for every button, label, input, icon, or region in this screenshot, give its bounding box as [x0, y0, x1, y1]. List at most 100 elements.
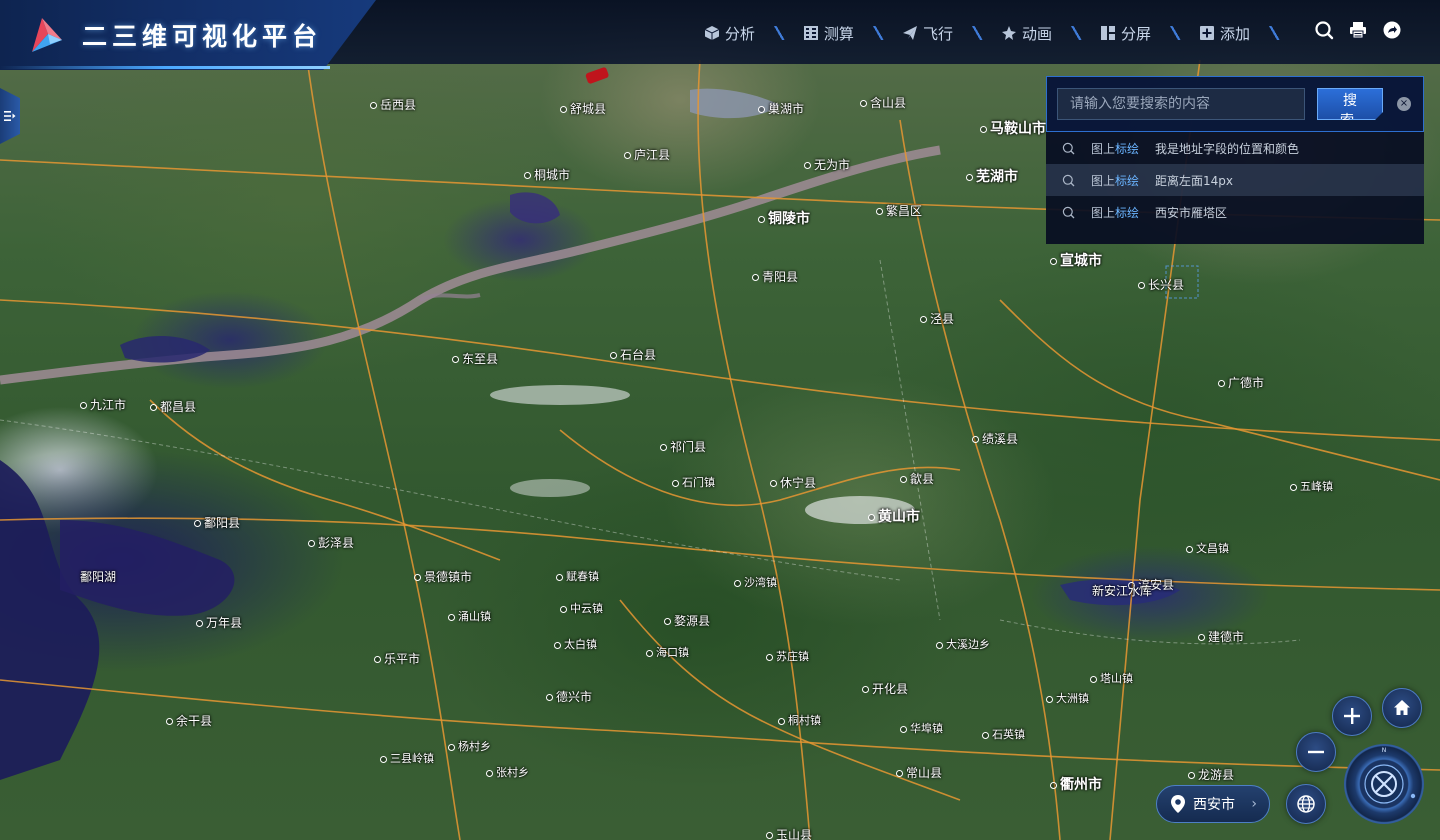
map-label[interactable]: 长兴县 — [1138, 276, 1184, 293]
map-label[interactable]: 新安江水库 — [1092, 582, 1152, 599]
location-selector[interactable]: 西安市 › — [1156, 785, 1270, 823]
map-label[interactable]: 青阳县 — [752, 268, 798, 285]
result-keyword: 标绘 — [1115, 173, 1140, 188]
map-label[interactable]: 祁门县 — [660, 438, 706, 455]
search-result-item[interactable]: 图上 标绘 我是地址字段的位置和颜色 — [1046, 132, 1424, 164]
search-tool-button[interactable] — [1314, 20, 1334, 40]
map-label[interactable]: 巢湖市 — [758, 100, 804, 117]
nav-measure[interactable]: 测算 — [803, 23, 854, 44]
map-label[interactable]: 桐城市 — [524, 166, 570, 183]
map-label[interactable]: 黄山市 — [868, 506, 920, 526]
map-label[interactable]: 德兴市 — [546, 688, 592, 705]
map-label[interactable]: 太白镇 — [554, 636, 597, 652]
search-input[interactable] — [1057, 88, 1305, 120]
nav-flight[interactable]: 飞行 — [902, 23, 953, 44]
map-label[interactable]: 常山县 — [896, 764, 942, 781]
nav-animation[interactable]: 动画 — [1001, 23, 1052, 44]
compass[interactable]: N — [1344, 744, 1424, 824]
search-icon — [1062, 206, 1075, 218]
map-label[interactable]: 彭泽县 — [308, 534, 354, 551]
home-button[interactable] — [1382, 688, 1422, 728]
map-label[interactable]: 宣城市 — [1050, 250, 1102, 270]
nav-analysis[interactable]: 分析 — [704, 23, 755, 44]
zoom-out-button[interactable] — [1296, 732, 1336, 772]
print-button[interactable] — [1348, 20, 1368, 40]
minus-icon — [1308, 750, 1324, 754]
map-label[interactable]: 铜陵市 — [758, 208, 810, 228]
map-label[interactable]: 芜湖市 — [966, 166, 1018, 186]
map-label[interactable]: 无为市 — [804, 156, 850, 173]
map-label[interactable]: 张村乡 — [486, 764, 529, 780]
map-label[interactable]: 开化县 — [862, 680, 908, 697]
location-pin-icon — [1171, 795, 1185, 813]
map-label[interactable]: 石英镇 — [982, 726, 1025, 742]
result-text: 我是地址字段的位置和颜色 — [1155, 141, 1300, 156]
map-label[interactable]: 沙湾镇 — [734, 574, 777, 590]
nav-add[interactable]: 添加 — [1199, 23, 1250, 44]
map-label[interactable]: 含山县 — [860, 94, 906, 111]
home-icon — [1394, 700, 1410, 715]
map-label[interactable]: 鄱阳湖 — [80, 568, 116, 585]
map-label[interactable]: 中云镇 — [560, 600, 603, 616]
map-label[interactable]: 文昌镇 — [1186, 540, 1229, 556]
map-label[interactable]: 五峰镇 — [1290, 478, 1333, 494]
map-label[interactable]: 婺源县 — [664, 612, 710, 629]
map-label[interactable]: 大溪边乡 — [936, 636, 990, 652]
map-label[interactable]: 龙游县 — [1188, 766, 1234, 783]
map-label[interactable]: 九江市 — [80, 396, 126, 413]
share-icon — [1383, 21, 1401, 39]
close-icon[interactable]: × — [1397, 97, 1411, 111]
red-vehicle-marker[interactable] — [585, 67, 609, 85]
map-label[interactable]: 玉山县 — [766, 826, 812, 840]
map-label[interactable]: 衢州市 — [1050, 774, 1102, 794]
result-text: 距离左面14px — [1155, 173, 1234, 188]
map-label[interactable]: 东至县 — [452, 350, 498, 367]
map-label[interactable]: 歙县 — [900, 470, 934, 487]
zoom-in-button[interactable] — [1332, 696, 1372, 736]
map-label[interactable]: 涌山镇 — [448, 608, 491, 624]
plus-icon — [1344, 708, 1360, 724]
main-nav: 分析 测算 飞行 动画 分屏 添加 — [704, 21, 1298, 45]
share-button[interactable] — [1382, 20, 1402, 40]
map-label[interactable]: 塔山镇 — [1090, 670, 1133, 686]
map-label[interactable]: 建德市 — [1198, 628, 1244, 645]
map-label[interactable]: 广德市 — [1218, 374, 1264, 391]
cloud — [510, 479, 590, 497]
search-result-item[interactable]: 图上 标绘 西安市雁塔区 — [1046, 196, 1424, 228]
map-label[interactable]: 赋春镇 — [556, 568, 599, 584]
globe-view-button[interactable] — [1286, 784, 1326, 824]
search-result-item[interactable]: 图上 标绘 距离左面14px — [1046, 164, 1424, 196]
map-label[interactable]: 繁昌区 — [876, 202, 922, 219]
map-label[interactable]: 鄱阳县 — [194, 514, 240, 531]
map-label[interactable]: 马鞍山市 — [980, 118, 1046, 138]
map-label[interactable]: 万年县 — [196, 614, 242, 631]
map-label[interactable]: 桐村镇 — [778, 712, 821, 728]
map-label[interactable]: 庐江县 — [624, 146, 670, 163]
result-prefix: 图上 — [1091, 173, 1116, 188]
search-button[interactable]: 搜 索 — [1317, 88, 1383, 120]
brand-underline — [0, 66, 330, 69]
map-label[interactable]: 休宁县 — [770, 474, 816, 491]
map-label[interactable]: 都昌县 — [150, 398, 196, 415]
map-label[interactable]: 石门镇 — [672, 474, 715, 490]
nav-split-screen[interactable]: 分屏 — [1100, 23, 1151, 44]
map-label[interactable]: 华埠镇 — [900, 720, 943, 736]
map-label[interactable]: 石台县 — [610, 346, 656, 363]
map-label[interactable]: 绩溪县 — [972, 430, 1018, 447]
map-label[interactable]: 舒城县 — [560, 100, 606, 117]
map-label[interactable]: 泾县 — [920, 310, 954, 327]
map-label[interactable]: 大洲镇 — [1046, 690, 1089, 706]
map-label[interactable]: 余干县 — [166, 712, 212, 729]
search-icon — [1315, 21, 1334, 40]
plus-square-icon — [1199, 26, 1214, 40]
map-label[interactable]: 岳西县 — [370, 96, 416, 113]
map-label[interactable]: 苏庄镇 — [766, 648, 809, 664]
map-label[interactable]: 海口镇 — [646, 644, 689, 660]
paper-plane-icon — [902, 26, 917, 40]
map-label[interactable]: 景德镇市 — [414, 568, 472, 585]
poyang-lake — [0, 460, 100, 780]
map-label[interactable]: 三县岭镇 — [380, 750, 434, 766]
calculator-icon — [803, 26, 818, 40]
map-label[interactable]: 乐平市 — [374, 650, 420, 667]
map-label[interactable]: 杨村乡 — [448, 738, 491, 754]
